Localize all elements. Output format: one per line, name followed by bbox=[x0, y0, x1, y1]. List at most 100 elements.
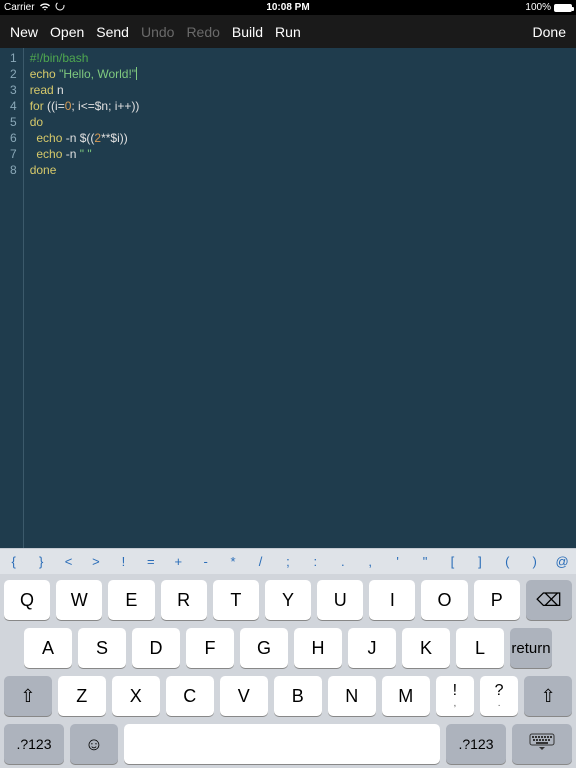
symbol-key[interactable]: . bbox=[329, 554, 356, 569]
letter-key-y[interactable]: Y bbox=[265, 580, 311, 620]
mode-key-right[interactable]: .?123 bbox=[446, 724, 506, 764]
space-key[interactable] bbox=[124, 724, 440, 764]
letter-key-r[interactable]: R bbox=[161, 580, 207, 620]
keyboard-row-2: ASDFGHJKL return bbox=[4, 628, 572, 668]
letter-key-z[interactable]: Z bbox=[58, 676, 106, 716]
emoji-key[interactable]: ☺ bbox=[70, 724, 118, 764]
undo-button[interactable]: Undo bbox=[141, 24, 174, 40]
toolbar: New Open Send Undo Redo Build Run Done bbox=[0, 15, 576, 48]
letter-key-k[interactable]: K bbox=[402, 628, 450, 668]
period-key[interactable]: ?. bbox=[480, 676, 518, 716]
letter-key-a[interactable]: A bbox=[24, 628, 72, 668]
letter-key-c[interactable]: C bbox=[166, 676, 214, 716]
symbol-key[interactable]: } bbox=[27, 554, 54, 569]
symbol-key[interactable]: > bbox=[82, 554, 109, 569]
symbol-key[interactable]: * bbox=[219, 554, 246, 569]
symbol-key[interactable]: " bbox=[411, 554, 438, 569]
keyboard-row-3: ⇧ ZXCVBNM !, ?. ⇧ bbox=[4, 676, 572, 716]
code-line[interactable]: echo "Hello, World!" bbox=[30, 66, 140, 82]
hide-keyboard-key[interactable] bbox=[512, 724, 572, 764]
run-button[interactable]: Run bbox=[275, 24, 301, 40]
letter-key-p[interactable]: P bbox=[474, 580, 520, 620]
toolbar-left: New Open Send Undo Redo Build Run bbox=[10, 24, 301, 40]
shift-icon: ⇧ bbox=[541, 686, 556, 707]
status-time: 10:08 PM bbox=[193, 2, 382, 13]
text-cursor bbox=[136, 67, 137, 80]
shift-key-left[interactable]: ⇧ bbox=[4, 676, 52, 716]
symbol-row: {}<>!=+-*/;:.,'"[]()@ bbox=[0, 548, 576, 574]
letter-key-d[interactable]: D bbox=[132, 628, 180, 668]
letter-key-v[interactable]: V bbox=[220, 676, 268, 716]
letter-key-q[interactable]: Q bbox=[4, 580, 50, 620]
letter-key-x[interactable]: X bbox=[112, 676, 160, 716]
loading-icon bbox=[55, 1, 65, 14]
new-button[interactable]: New bbox=[10, 24, 38, 40]
keyboard-icon bbox=[529, 733, 555, 756]
backspace-key[interactable]: ⌫ bbox=[526, 580, 572, 620]
symbol-key[interactable]: : bbox=[302, 554, 329, 569]
symbol-key[interactable]: / bbox=[247, 554, 274, 569]
letter-key-t[interactable]: T bbox=[213, 580, 259, 620]
code-line[interactable]: read n bbox=[30, 82, 140, 98]
keyboard: QWERTYUIOP ⌫ ASDFGHJKL return ⇧ ZXCVBNM !… bbox=[0, 574, 576, 768]
symbol-key[interactable]: < bbox=[55, 554, 82, 569]
symbol-key[interactable]: ; bbox=[274, 554, 301, 569]
open-button[interactable]: Open bbox=[50, 24, 84, 40]
symbol-key[interactable]: ! bbox=[110, 554, 137, 569]
letter-key-f[interactable]: F bbox=[186, 628, 234, 668]
symbol-key[interactable]: ( bbox=[494, 554, 521, 569]
letter-key-s[interactable]: S bbox=[78, 628, 126, 668]
return-key[interactable]: return bbox=[510, 628, 552, 668]
symbol-key[interactable]: @ bbox=[548, 554, 575, 569]
letter-key-h[interactable]: H bbox=[294, 628, 342, 668]
status-right: 100% bbox=[383, 2, 572, 13]
code-line[interactable]: done bbox=[30, 162, 140, 178]
letter-key-l[interactable]: L bbox=[456, 628, 504, 668]
line-number: 5 bbox=[10, 114, 17, 130]
comma-key[interactable]: !, bbox=[436, 676, 474, 716]
code-editor[interactable]: 12345678 #!/bin/bashecho "Hello, World!"… bbox=[0, 48, 576, 548]
code-content[interactable]: #!/bin/bashecho "Hello, World!"read nfor… bbox=[24, 48, 140, 548]
backspace-icon: ⌫ bbox=[536, 590, 561, 611]
letter-key-b[interactable]: B bbox=[274, 676, 322, 716]
symbol-key[interactable]: [ bbox=[439, 554, 466, 569]
code-line[interactable]: echo -n " " bbox=[30, 146, 140, 162]
letter-key-w[interactable]: W bbox=[56, 580, 102, 620]
letter-key-g[interactable]: G bbox=[240, 628, 288, 668]
shift-icon: ⇧ bbox=[20, 686, 35, 707]
symbol-key[interactable]: = bbox=[137, 554, 164, 569]
shift-key-right[interactable]: ⇧ bbox=[524, 676, 572, 716]
symbol-key[interactable]: { bbox=[0, 554, 27, 569]
letter-key-m[interactable]: M bbox=[382, 676, 430, 716]
build-button[interactable]: Build bbox=[232, 24, 263, 40]
code-line[interactable]: echo -n $((2**$i)) bbox=[30, 130, 140, 146]
line-number: 8 bbox=[10, 162, 17, 178]
line-number: 7 bbox=[10, 146, 17, 162]
letter-key-n[interactable]: N bbox=[328, 676, 376, 716]
code-line[interactable]: #!/bin/bash bbox=[30, 50, 140, 66]
redo-button[interactable]: Redo bbox=[186, 24, 219, 40]
symbol-key[interactable]: ' bbox=[384, 554, 411, 569]
symbol-key[interactable]: , bbox=[356, 554, 383, 569]
line-number: 2 bbox=[10, 66, 17, 82]
line-number: 6 bbox=[10, 130, 17, 146]
done-button[interactable]: Done bbox=[533, 24, 566, 40]
keyboard-row-4: .?123 ☺ .?123 bbox=[4, 724, 572, 764]
send-button[interactable]: Send bbox=[96, 24, 129, 40]
symbol-key[interactable]: - bbox=[192, 554, 219, 569]
letter-key-e[interactable]: E bbox=[108, 580, 154, 620]
letter-key-j[interactable]: J bbox=[348, 628, 396, 668]
line-number: 1 bbox=[10, 50, 17, 66]
symbol-key[interactable]: ] bbox=[466, 554, 493, 569]
wifi-icon bbox=[39, 2, 51, 14]
line-number: 4 bbox=[10, 98, 17, 114]
symbol-key[interactable]: + bbox=[165, 554, 192, 569]
code-line[interactable]: for ((i=0; i<=$n; i++)) bbox=[30, 98, 140, 114]
status-bar: Carrier 10:08 PM 100% bbox=[0, 0, 576, 15]
symbol-key[interactable]: ) bbox=[521, 554, 548, 569]
letter-key-u[interactable]: U bbox=[317, 580, 363, 620]
code-line[interactable]: do bbox=[30, 114, 140, 130]
letter-key-o[interactable]: O bbox=[421, 580, 467, 620]
mode-key-left[interactable]: .?123 bbox=[4, 724, 64, 764]
letter-key-i[interactable]: I bbox=[369, 580, 415, 620]
